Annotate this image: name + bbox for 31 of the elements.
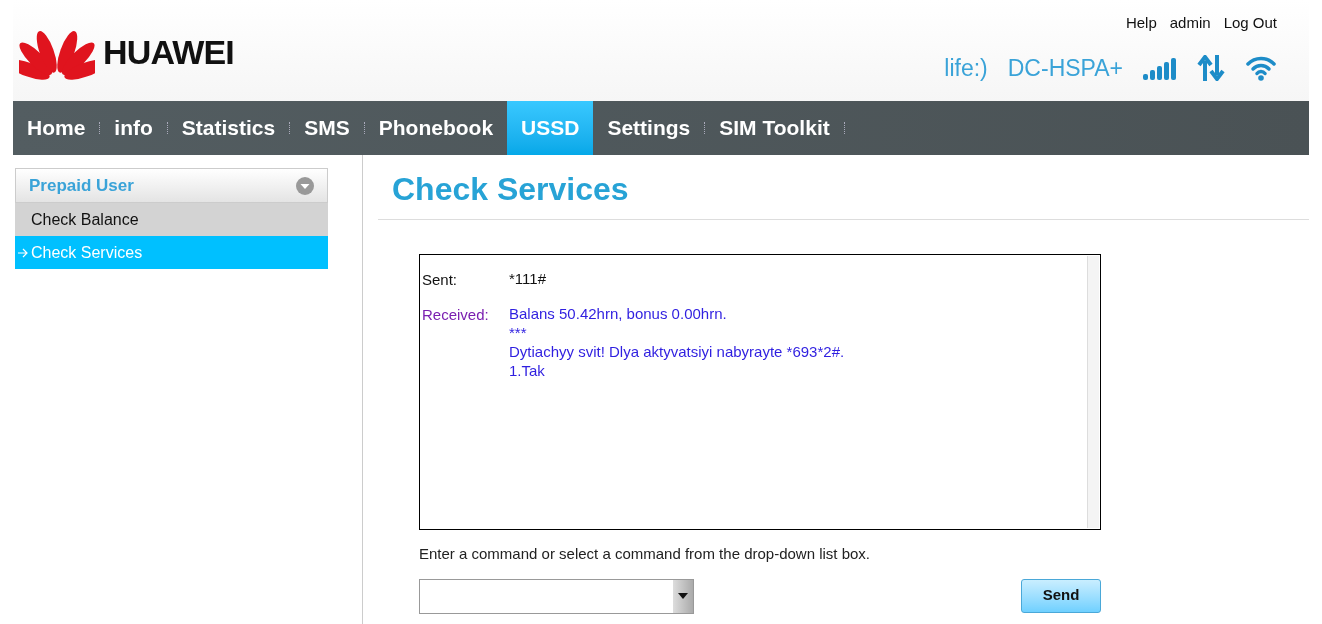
nav-tab[interactable]: info xyxy=(100,101,167,155)
sidebar-item[interactable]: Check Balance xyxy=(15,203,328,236)
nav-tab[interactable]: Statistics xyxy=(167,101,290,155)
message-label: Received: xyxy=(422,304,490,325)
brand-name: HUAWEI xyxy=(103,32,234,73)
message-text: Dytiachyy svit! Dlya aktyvatsiyi nabyrayte *693*2#. xyxy=(509,341,845,361)
nav-tab[interactable]: Home xyxy=(13,101,100,155)
send-button[interactable]: Send xyxy=(1021,578,1101,613)
caret-icon xyxy=(678,593,688,599)
nav-tab[interactable]: SMS xyxy=(290,101,364,155)
page-title: Check Services xyxy=(391,170,629,209)
data-arrows-icon xyxy=(1197,54,1225,81)
network-type: DC-HSPA+ xyxy=(1007,53,1123,83)
command-dropdown[interactable] xyxy=(419,578,694,614)
message-label: Sent: xyxy=(422,270,459,290)
header-link[interactable]: admin xyxy=(1169,12,1211,35)
nav-tab[interactable]: Settings xyxy=(593,101,705,155)
sidebar-group-title: Prepaid User xyxy=(29,174,134,197)
nav-tab[interactable]: Phonebook xyxy=(364,101,508,155)
message-text: 1.Tak xyxy=(509,360,546,380)
header-link[interactable]: Help xyxy=(1125,12,1157,35)
signal-icon xyxy=(1143,55,1177,80)
nav-tab[interactable]: SIM Toolkit xyxy=(705,101,844,155)
header-link[interactable]: Log Out xyxy=(1223,12,1277,35)
message-text: *111# xyxy=(509,269,546,288)
instruction-text: Enter a command or select a command from the drop-down list box. xyxy=(419,544,872,564)
wifi-icon xyxy=(1245,54,1277,81)
message-text: Balans 50.42hrn, bonus 0.00hrn. xyxy=(509,303,728,323)
arrow-icon xyxy=(17,247,29,258)
message-text: *** xyxy=(509,322,528,342)
operator-name: life:) xyxy=(944,53,988,83)
